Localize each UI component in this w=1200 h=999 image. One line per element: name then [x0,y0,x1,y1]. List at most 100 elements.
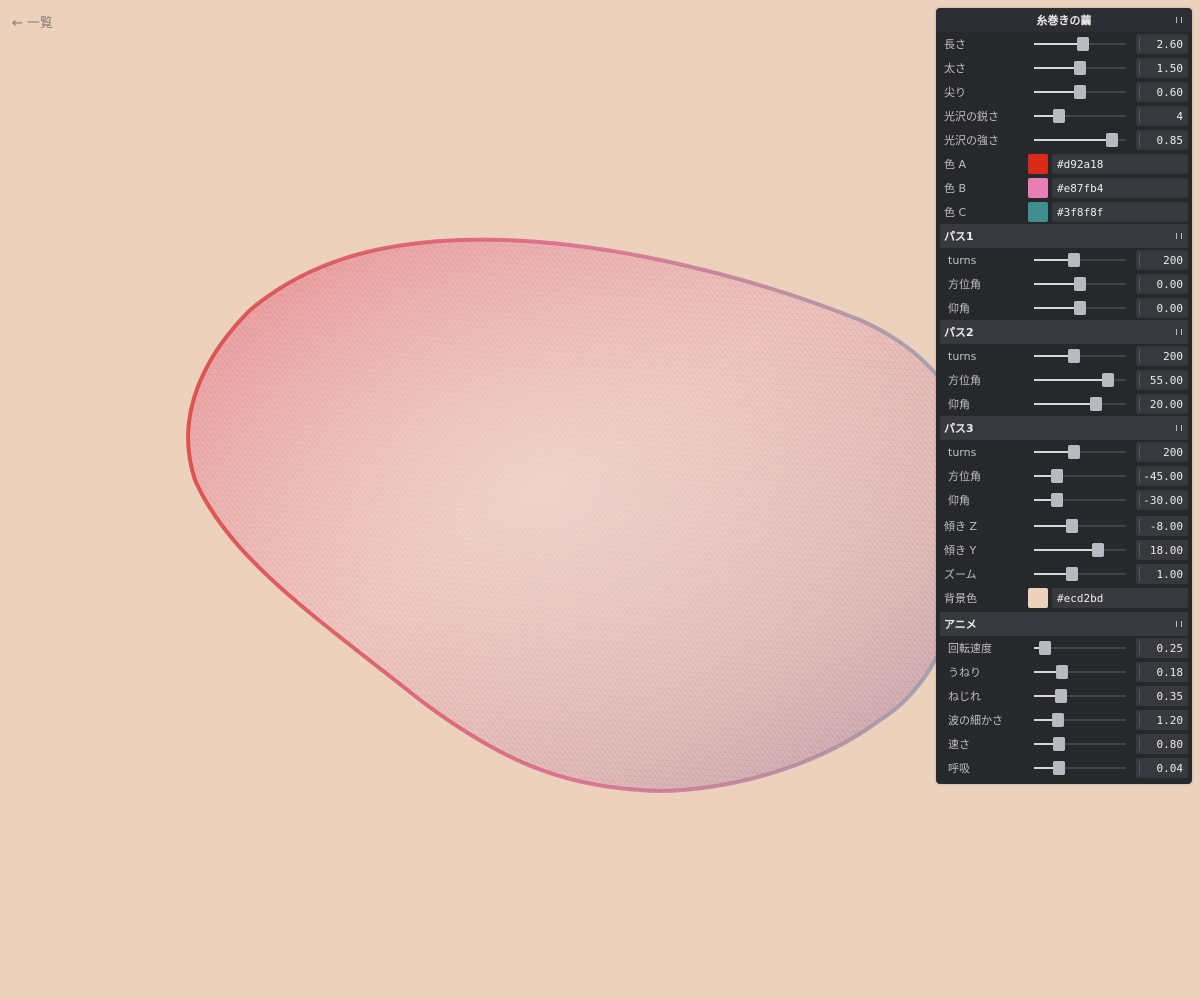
folder-pass3-grip-icon[interactable] [1176,425,1182,431]
number-input[interactable]: 0.00 [1136,298,1188,318]
slider-handle[interactable] [1067,445,1080,459]
slider[interactable] [1034,58,1126,78]
panel-title[interactable]: 糸巻きの繭 [936,8,1192,32]
slider-handle[interactable] [1101,373,1114,387]
slider-handle[interactable] [1089,397,1102,411]
back-to-list-link[interactable]: ← 一覧 [12,12,53,31]
number-input[interactable]: 0.35 [1136,686,1188,706]
number-input[interactable]: -8.00 [1136,516,1188,536]
slider-handle[interactable] [1067,253,1080,267]
number-input[interactable]: 18.00 [1136,540,1188,560]
number-input[interactable]: -30.00 [1136,490,1188,510]
folder-pass2[interactable]: パス2 [940,320,1188,344]
color-hex-input[interactable]: #3f8f8f [1052,202,1188,222]
slider[interactable] [1034,370,1126,390]
slider[interactable] [1034,106,1126,126]
slider[interactable] [1034,490,1126,510]
number-input[interactable]: 55.00 [1136,370,1188,390]
slider[interactable] [1034,394,1126,414]
slider-handle[interactable] [1055,665,1068,679]
slider-handle[interactable] [1052,761,1065,775]
color-row: 色 B #e87fb4 [936,176,1192,200]
slider-row: 方位角 -45.00 [940,464,1192,488]
number-input[interactable]: -45.00 [1136,466,1188,486]
slider-handle[interactable] [1074,277,1086,291]
color-hex-input[interactable]: #ecd2bd [1052,588,1188,608]
slider-handle[interactable] [1051,713,1064,727]
slider[interactable] [1034,346,1126,366]
number-input[interactable]: 0.85 [1136,130,1188,150]
slider[interactable] [1034,758,1126,778]
slider[interactable] [1034,540,1126,560]
number-input[interactable]: 0.25 [1136,638,1188,658]
slider[interactable] [1034,82,1126,102]
folder-pass3[interactable]: パス3 [940,416,1188,440]
slider-handle[interactable] [1106,133,1119,147]
slider[interactable] [1034,130,1126,150]
slider[interactable] [1034,466,1126,486]
slider-row: turns 200 [940,344,1192,368]
slider-row: turns 200 [940,248,1192,272]
background-color-control: 背景色 #ecd2bd [936,586,1192,610]
slider-handle[interactable] [1076,37,1089,51]
folder-anim-grip-icon[interactable] [1176,621,1182,627]
slider-handle[interactable] [1051,469,1063,483]
slider-handle[interactable] [1092,543,1105,557]
slider-handle[interactable] [1052,109,1065,123]
slider[interactable] [1034,34,1126,54]
slider[interactable] [1034,686,1126,706]
main-controls: 長さ 2.60 太さ 1.50 尖り 0.60 光沢の鋭さ 4 光沢の強さ 0.85 [936,32,1192,152]
slider-row: 仰角 20.00 [940,392,1192,416]
collapse-grip-icon[interactable] [1176,17,1182,23]
folder-anim[interactable]: アニメ [940,612,1188,636]
slider-row: 光沢の強さ 0.85 [936,128,1192,152]
folder-pass1[interactable]: パス1 [940,224,1188,248]
color-label: 背景色 [944,592,977,605]
number-input[interactable]: 0.18 [1136,662,1188,682]
number-input[interactable]: 0.60 [1136,82,1188,102]
number-input[interactable]: 1.50 [1136,58,1188,78]
slider-handle[interactable] [1067,349,1080,363]
slider-handle[interactable] [1074,61,1086,75]
color-swatch[interactable] [1028,154,1048,174]
slider-handle[interactable] [1065,567,1078,581]
slider[interactable] [1034,564,1126,584]
number-input[interactable]: 4 [1136,106,1188,126]
number-input[interactable]: 0.80 [1136,734,1188,754]
color-hex-input[interactable]: #e87fb4 [1052,178,1188,198]
slider[interactable] [1034,274,1126,294]
color-swatch[interactable] [1028,178,1048,198]
slider[interactable] [1034,516,1126,536]
slider-label: 尖り [944,86,966,99]
number-input[interactable]: 200 [1136,250,1188,270]
slider[interactable] [1034,734,1126,754]
slider[interactable] [1034,250,1126,270]
number-input[interactable]: 2.60 [1136,34,1188,54]
number-input[interactable]: 1.20 [1136,710,1188,730]
slider-handle[interactable] [1074,85,1086,99]
number-input[interactable]: 1.00 [1136,564,1188,584]
color-swatch[interactable] [1028,202,1048,222]
slider-label: 仰角 [948,398,970,411]
slider-handle[interactable] [1074,301,1086,315]
number-input[interactable]: 0.04 [1136,758,1188,778]
slider-handle[interactable] [1052,737,1065,751]
number-input[interactable]: 200 [1136,346,1188,366]
slider[interactable] [1034,442,1126,462]
folder-pass1-grip-icon[interactable] [1176,233,1182,239]
slider[interactable] [1034,710,1126,730]
slider[interactable] [1034,638,1126,658]
back-label: 一覧 [26,16,53,31]
number-input[interactable]: 0.00 [1136,274,1188,294]
color-swatch[interactable] [1028,588,1048,608]
slider-handle[interactable] [1051,493,1063,507]
folder-pass2-grip-icon[interactable] [1176,329,1182,335]
slider-handle[interactable] [1065,519,1078,533]
slider[interactable] [1034,662,1126,682]
number-input[interactable]: 20.00 [1136,394,1188,414]
slider[interactable] [1034,298,1126,318]
slider-handle[interactable] [1054,689,1067,703]
slider-handle[interactable] [1039,641,1052,655]
number-input[interactable]: 200 [1136,442,1188,462]
color-hex-input[interactable]: #d92a18 [1052,154,1188,174]
